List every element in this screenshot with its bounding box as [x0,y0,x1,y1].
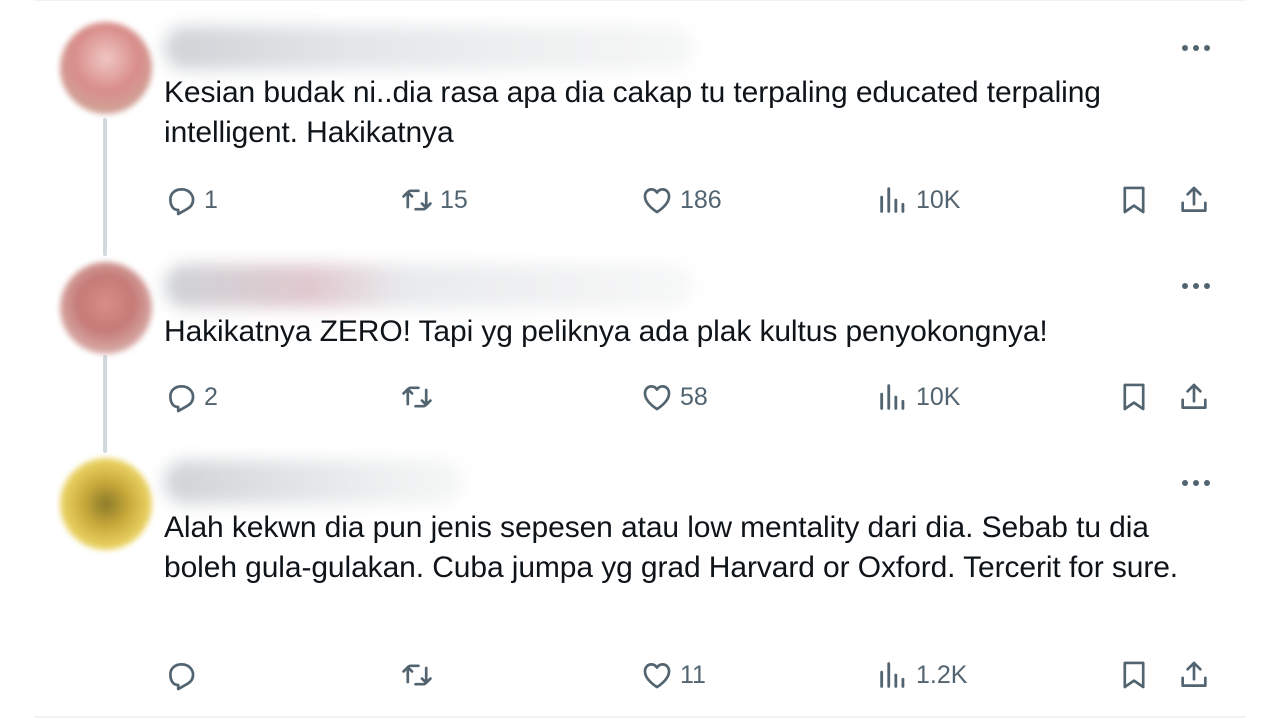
repost-button[interactable] [400,655,440,695]
share-icon[interactable] [1177,183,1211,217]
views-button[interactable]: 1.2K [876,655,967,695]
repost-icon [402,664,432,686]
thread-connector-line [103,355,107,453]
views-button[interactable]: 10K [876,180,960,220]
heart-icon [643,663,671,689]
analytics-icon [880,187,905,213]
tweet-text: Kesian budak ni..dia rasa apa dia cakap … [164,76,1110,149]
tweet-text: Hakikatnya ZERO! Tapi yg peliknya ada pl… [164,315,1048,348]
reply-icon [169,385,195,413]
share-icon[interactable] [1177,380,1211,414]
view-count: 10K [916,185,961,214]
avatar[interactable] [60,458,152,550]
repost-icon [402,386,432,408]
analytics-icon [880,384,905,410]
divider [34,716,1246,718]
like-count: 186 [680,185,722,214]
reply-button[interactable]: 2 [164,377,218,417]
more-icon[interactable] [1178,476,1214,490]
repost-button[interactable]: 15 [400,180,468,220]
bookmark-icon[interactable] [1117,183,1151,217]
view-count: 1.2K [916,660,968,689]
like-count: 58 [680,382,708,411]
analytics-icon [880,662,905,688]
reply-count: 1 [204,185,218,214]
reply-button[interactable] [164,655,204,695]
thread-connector-line [103,118,107,256]
avatar[interactable] [60,22,152,114]
views-button[interactable]: 10K [876,377,960,417]
divider [34,0,1246,1]
share-icon[interactable] [1177,658,1211,692]
repost-icon [402,189,432,211]
like-button[interactable]: 186 [640,180,722,220]
reply-icon [169,188,195,216]
like-button[interactable]: 58 [640,377,708,417]
avatar[interactable] [60,262,152,354]
repost-button[interactable] [400,377,440,417]
more-icon[interactable] [1178,279,1214,293]
reply-icon [169,663,195,691]
user-header-redacted [164,460,464,504]
user-header-redacted [164,264,694,308]
tweet-text: Alah kekwn dia pun jenis sepesen atau lo… [164,511,1179,584]
bookmark-icon[interactable] [1117,658,1151,692]
like-count: 11 [680,660,706,689]
repost-count: 15 [440,185,468,214]
bookmark-icon[interactable] [1117,380,1151,414]
more-icon[interactable] [1178,41,1214,55]
heart-icon [643,385,671,411]
reply-button[interactable]: 1 [164,180,218,220]
user-header-redacted [164,26,694,70]
reply-count: 2 [204,382,218,411]
heart-icon [643,188,671,214]
view-count: 10K [916,382,961,411]
like-button[interactable]: 11 [640,655,706,695]
reply-thread: Kesian budak ni..dia rasa apa dia cakap … [0,0,1280,720]
